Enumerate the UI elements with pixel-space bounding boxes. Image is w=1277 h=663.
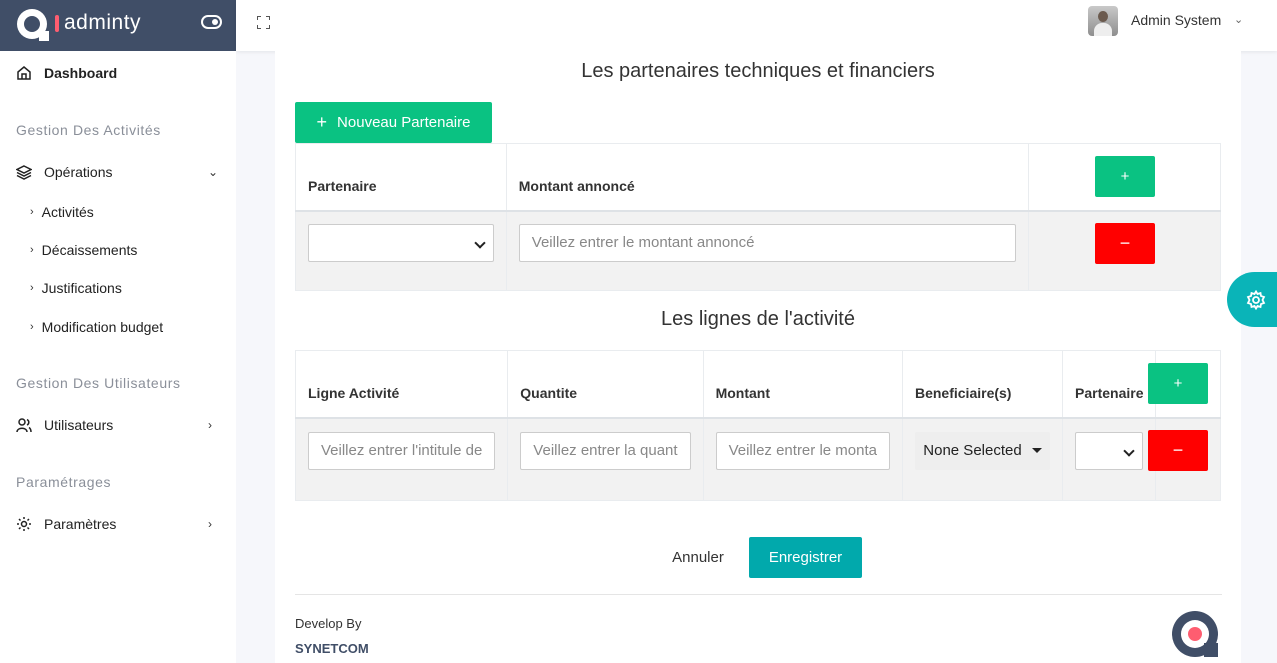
lines-title: Les lignes de l'activité bbox=[661, 308, 855, 330]
sidebar-section-settings: Paramétrages bbox=[16, 474, 112, 490]
amount-input[interactable]: Veillez entrer le monta bbox=[715, 431, 890, 470]
column-header-partner: Partenaire bbox=[1061, 350, 1157, 419]
users-icon bbox=[16, 418, 32, 433]
table-header-row: Ligne Activité Quantite Montant Benefici… bbox=[294, 350, 1221, 419]
amount-cell: Veillez entrer le montant annoncé bbox=[505, 210, 1030, 291]
chevron-right-icon: › bbox=[30, 206, 34, 218]
expand-icon[interactable] bbox=[257, 16, 270, 29]
sidebar-section-users: Gestion Des Utilisateurs bbox=[16, 375, 181, 391]
top-navbar: Admin System ⌄ bbox=[236, 0, 1277, 51]
avatar[interactable] bbox=[1088, 6, 1118, 36]
home-icon bbox=[17, 66, 31, 80]
gear-icon bbox=[17, 517, 31, 531]
footer-divider bbox=[295, 594, 1222, 595]
column-header-amount: Montant bbox=[702, 350, 903, 419]
new-partner-button[interactable]: + Nouveau Partenaire bbox=[295, 102, 492, 143]
chevron-down-icon: ⌄ bbox=[208, 165, 219, 179]
partner-cell bbox=[1061, 417, 1157, 501]
sidebar: Dashboard Gestion Des Activités Opératio… bbox=[0, 51, 236, 663]
amount-cell: Veillez entrer le monta bbox=[702, 417, 903, 501]
partners-title: Les partenaires techniques et financiers bbox=[581, 60, 935, 82]
chevron-down-icon[interactable]: ⌄ bbox=[1234, 13, 1243, 26]
sidebar-item-label: Dashboard bbox=[44, 65, 118, 81]
quantity-input[interactable]: Veillez entrer la quant bbox=[520, 431, 691, 470]
quantity-cell: Veillez entrer la quant bbox=[507, 417, 704, 501]
chevron-right-icon: › bbox=[30, 321, 34, 333]
column-header-partner: Partenaire bbox=[295, 143, 507, 212]
table-row: Veillez entrer le montant annoncé bbox=[295, 210, 1221, 291]
gear-icon bbox=[1246, 289, 1266, 310]
column-header-quantity: Quantite bbox=[507, 350, 704, 419]
footer-developed-by: Develop By bbox=[295, 616, 362, 631]
sidebar-subitem-label: Modification budget bbox=[41, 319, 164, 335]
form-card: Les partenaires techniques et financiers… bbox=[275, 51, 1241, 663]
beneficiaries-cell: None Selected bbox=[901, 417, 1064, 501]
sidebar-subitem-label: Justifications bbox=[41, 280, 122, 296]
sidebar-item-label: Paramètres bbox=[44, 516, 117, 532]
sidebar-toggle-icon[interactable] bbox=[201, 15, 222, 29]
beneficiaries-value: None Selected bbox=[923, 442, 1022, 459]
column-header-line: Ligne Activité bbox=[294, 350, 509, 419]
sidebar-subitem-label: Activités bbox=[41, 204, 94, 220]
partner-cell bbox=[295, 210, 507, 291]
plus-icon: + bbox=[316, 112, 328, 132]
sidebar-subitem-justifications[interactable]: › Justifications bbox=[30, 280, 122, 296]
logo-accent-bar bbox=[55, 15, 59, 32]
sidebar-item-dashboard[interactable]: Dashboard bbox=[0, 61, 236, 85]
add-partner-row-button[interactable]: + bbox=[1095, 156, 1155, 197]
footer-company: SYNETCOM bbox=[295, 641, 369, 656]
sidebar-subitem-label: Décaissements bbox=[41, 242, 138, 258]
sidebar-item-operations[interactable]: Opérations ⌄ bbox=[0, 160, 236, 184]
table-row: Veillez entrer l'intitule de Veillez ent… bbox=[294, 417, 1221, 501]
sidebar-item-settings[interactable]: Paramètres › bbox=[0, 512, 236, 536]
remove-partner-row-button[interactable]: − bbox=[1095, 223, 1155, 264]
chevron-right-icon: › bbox=[30, 282, 34, 294]
sidebar-item-label: Utilisateurs bbox=[44, 417, 114, 433]
theme-settings-button[interactable] bbox=[1227, 272, 1277, 327]
cancel-button[interactable]: Annuler bbox=[661, 537, 735, 577]
line-partner-select[interactable] bbox=[1075, 431, 1144, 470]
column-header-beneficiaries: Beneficiaire(s) bbox=[901, 350, 1064, 419]
caret-down-icon bbox=[1031, 448, 1042, 453]
column-header-amount: Montant annoncé bbox=[505, 143, 1030, 212]
lines-table: Ligne Activité Quantite Montant Benefici… bbox=[294, 350, 1221, 501]
partner-select[interactable] bbox=[308, 223, 494, 262]
user-name[interactable]: Admin System bbox=[1131, 12, 1221, 28]
brand-logo-icon bbox=[1172, 611, 1218, 657]
beneficiaries-multiselect[interactable]: None Selected bbox=[914, 431, 1050, 470]
brand-header: adminty bbox=[0, 0, 236, 51]
table-header-row: Partenaire Montant annoncé bbox=[295, 143, 1221, 212]
sidebar-section-activities: Gestion Des Activités bbox=[16, 122, 161, 138]
amount-input[interactable]: Veillez entrer le montant annoncé bbox=[518, 223, 1017, 262]
chevron-right-icon: › bbox=[208, 517, 212, 531]
sidebar-subitem-modification-budget[interactable]: › Modification budget bbox=[30, 319, 163, 335]
save-button[interactable]: Enregistrer bbox=[749, 537, 862, 578]
sidebar-item-users[interactable]: Utilisateurs › bbox=[0, 413, 236, 437]
remove-line-row-button[interactable]: − bbox=[1148, 430, 1208, 471]
sidebar-item-label: Opérations bbox=[44, 164, 113, 180]
sidebar-subitem-activites[interactable]: › Activités bbox=[30, 204, 94, 220]
logo-icon[interactable] bbox=[17, 9, 49, 41]
partners-table: Partenaire Montant annoncé Veillez entre… bbox=[295, 143, 1221, 291]
line-cell: Veillez entrer l'intitule de bbox=[294, 417, 509, 501]
new-partner-label: Nouveau Partenaire bbox=[337, 114, 471, 131]
chevron-right-icon: › bbox=[30, 244, 34, 256]
line-input[interactable]: Veillez entrer l'intitule de bbox=[308, 431, 496, 470]
layers-icon bbox=[16, 165, 32, 180]
chevron-right-icon: › bbox=[208, 418, 212, 432]
sidebar-subitem-decaissements[interactable]: › Décaissements bbox=[30, 242, 137, 258]
add-line-row-button[interactable]: + bbox=[1148, 363, 1208, 404]
brand-name[interactable]: adminty bbox=[64, 11, 141, 35]
